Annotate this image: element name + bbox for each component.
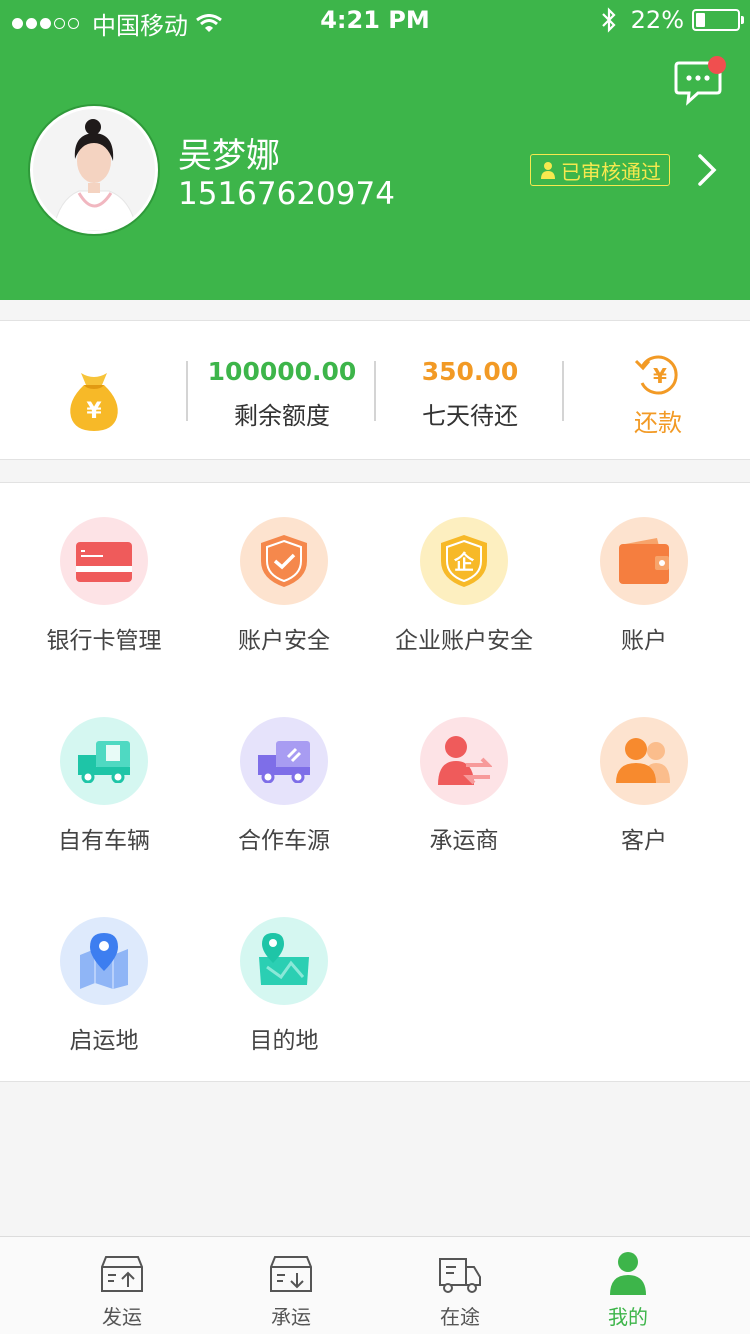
bottom-tab-bar: 发运 承运 在途 我的 (0, 1236, 750, 1334)
origin-map-icon (80, 933, 128, 989)
customers-icon (616, 738, 670, 783)
user-phone: 15167620974 (178, 176, 395, 212)
tab-label: 承运 (271, 1305, 311, 1329)
remaining-amount: 100000.00 (207, 357, 357, 386)
menu-enterprise-security[interactable]: 企 企业账户安全 (370, 483, 558, 683)
svg-text:企: 企 (453, 550, 475, 574)
menu-account-security[interactable]: 账户安全 (190, 483, 378, 683)
remaining-label: 剩余额度 (234, 402, 330, 430)
menu-label: 客户 (621, 828, 667, 854)
battery-percent: 22% (630, 6, 684, 34)
menu-label: 企业账户安全 (395, 628, 533, 654)
partner-truck-icon (258, 741, 310, 783)
user-name: 吴梦娜 (178, 136, 280, 176)
unread-badge (708, 56, 726, 74)
menu-label: 目的地 (249, 1028, 319, 1054)
user-photo-icon (33, 109, 155, 231)
carry-in-icon (270, 1256, 312, 1292)
tab-label: 在途 (440, 1305, 480, 1329)
credit-summary-card: ¥ 100000.00 剩余额度 350.00 七天待还 ¥ 还款 (0, 320, 750, 460)
menu-carriers[interactable]: 承运商 (370, 683, 558, 883)
menu-label: 合作车源 (238, 828, 330, 854)
verify-status-badge: 已审核通过 (530, 154, 670, 186)
menu-partner-vehicles[interactable]: 合作车源 (190, 683, 378, 883)
menu-label: 自有车辆 (58, 828, 150, 854)
carrier-user-icon (438, 736, 492, 785)
menu-bank-card[interactable]: 银行卡管理 (10, 483, 198, 683)
menu-label: 账户安全 (238, 628, 330, 654)
due-in-seven-days[interactable]: 350.00 七天待还 (376, 321, 564, 461)
bluetooth-icon (601, 7, 616, 33)
menu-label: 银行卡管理 (46, 628, 162, 654)
avatar[interactable] (30, 106, 158, 234)
menu-label: 账户 (621, 628, 667, 654)
function-grid: 银行卡管理 账户安全 企 企业账户安全 账户 自有车辆 合作车源 承运商 客户 … (0, 482, 750, 1082)
ship-out-icon (101, 1256, 143, 1292)
menu-account[interactable]: 账户 (550, 483, 738, 683)
tab-carry[interactable]: 承运 (197, 1237, 385, 1334)
tab-ship-out[interactable]: 发运 (28, 1237, 216, 1334)
wallet-icon (619, 538, 669, 584)
battery-icon (692, 9, 744, 31)
menu-customers[interactable]: 客户 (550, 683, 738, 883)
profile-detail-button[interactable] (692, 150, 722, 190)
shield-check-icon (261, 535, 307, 587)
tab-label: 发运 (102, 1305, 142, 1329)
tab-mine[interactable]: 我的 (534, 1237, 722, 1334)
svg-text:¥: ¥ (653, 364, 667, 388)
chevron-right-icon (698, 154, 717, 186)
repay-label: 还款 (634, 409, 682, 437)
own-truck-icon (78, 741, 130, 783)
tab-label: 我的 (608, 1305, 648, 1329)
verified-user-icon (541, 162, 555, 179)
menu-label: 承运商 (429, 828, 499, 854)
enterprise-shield-icon: 企 (441, 535, 487, 587)
profile-icon (610, 1252, 646, 1295)
due-label: 七天待还 (422, 402, 518, 430)
menu-origin[interactable]: 启运地 (10, 883, 198, 1083)
due-amount: 350.00 (421, 357, 519, 386)
destination-map-icon (259, 933, 309, 985)
repay-button[interactable]: ¥ 还款 (564, 321, 750, 461)
my-page: 中国移动 4:21 PM 22% 吴梦娜 15167620974 已审核通过 ¥… (0, 0, 750, 1334)
status-bar: 中国移动 4:21 PM 22% (0, 0, 750, 40)
svg-text:¥: ¥ (86, 399, 102, 424)
verify-status-text: 已审核通过 (561, 159, 661, 184)
remaining-credit[interactable]: 100000.00 剩余额度 (188, 321, 376, 461)
menu-destination[interactable]: 目的地 (190, 883, 378, 1083)
message-button[interactable] (674, 56, 726, 106)
in-transit-icon (439, 1258, 481, 1293)
repay-yen-icon: ¥ (634, 355, 678, 395)
tab-in-transit[interactable]: 在途 (366, 1237, 554, 1334)
profile-header: 中国移动 4:21 PM 22% 吴梦娜 15167620974 已审核通过 (0, 0, 750, 300)
menu-label: 启运地 (69, 1028, 139, 1054)
bank-card-icon (76, 542, 132, 582)
money-bag-icon: ¥ (70, 373, 118, 431)
menu-own-vehicles[interactable]: 自有车辆 (10, 683, 198, 883)
